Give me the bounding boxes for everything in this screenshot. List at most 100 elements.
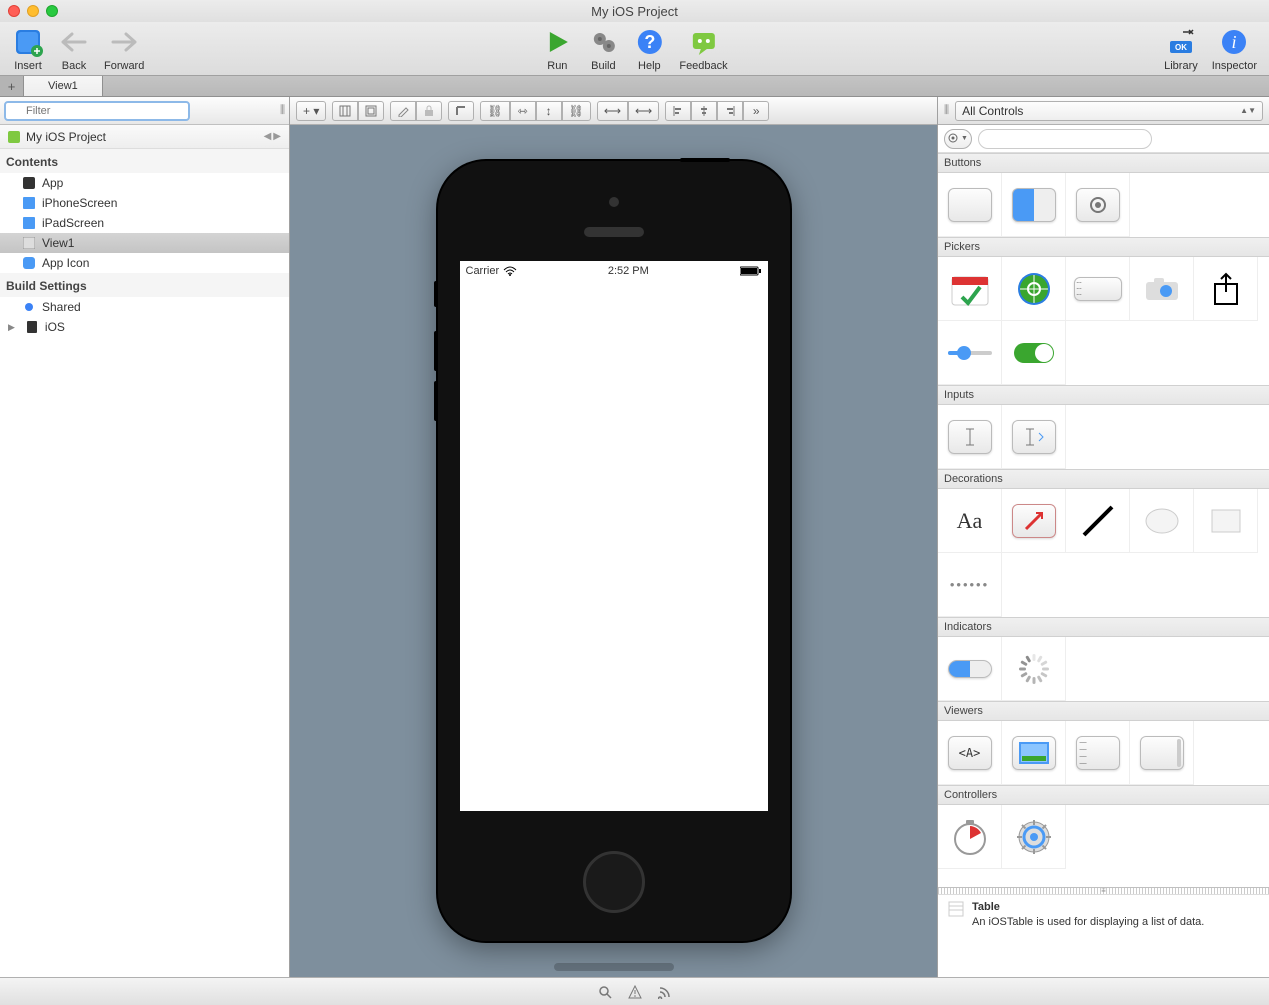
- disclosure-icon[interactable]: ▶: [8, 322, 15, 333]
- tree-item-ios[interactable]: ▶ iOS: [0, 317, 289, 337]
- library-item-text-field[interactable]: [938, 405, 1002, 469]
- layout-grid-button[interactable]: [332, 101, 358, 121]
- tab-view1[interactable]: View1: [24, 76, 103, 96]
- add-control-button[interactable]: + ▾: [296, 101, 326, 121]
- warning-icon[interactable]: [628, 985, 642, 999]
- library-item-segmented-button[interactable]: [1002, 173, 1066, 237]
- library-section-header: Indicators: [938, 617, 1269, 637]
- svg-text:OK: OK: [1175, 43, 1187, 52]
- library-settings-button[interactable]: ▼: [944, 129, 972, 149]
- align-center-button[interactable]: [691, 101, 717, 121]
- library-item-separator[interactable]: ••••••: [938, 553, 1002, 617]
- library-item-image-viewer[interactable]: [1002, 721, 1066, 785]
- contents-header: Contents: [0, 149, 289, 173]
- forward-button[interactable]: Forward: [104, 26, 144, 72]
- tree-item-ipadscreen[interactable]: iPadScreen: [0, 213, 289, 233]
- library-section-header: Controllers: [938, 785, 1269, 805]
- library-item-thread[interactable]: [1002, 805, 1066, 869]
- columns-icon[interactable]: ⫼: [280, 104, 285, 117]
- app-icon: [22, 176, 36, 190]
- library-item-oval[interactable]: [1130, 489, 1194, 553]
- library-section-header: Decorations: [938, 469, 1269, 489]
- library-item-image-well[interactable]: [1002, 489, 1066, 553]
- constraint-v[interactable]: ↕: [536, 101, 562, 121]
- screen-icon: [22, 216, 36, 230]
- library-item-label[interactable]: Aa: [938, 489, 1002, 553]
- device-frame: Carrier 2:52 PM: [438, 161, 790, 941]
- description-pane: Table An iOSTable is used for displaying…: [938, 887, 1269, 977]
- navigator-filter-input[interactable]: [4, 101, 190, 121]
- fitw-button[interactable]: ⟷: [597, 101, 628, 121]
- library-item-spinner[interactable]: [1002, 637, 1066, 701]
- library-item-rectangle[interactable]: [1194, 489, 1258, 553]
- main-toolbar: Insert Back Forward Run Build ? Help Fee…: [0, 22, 1269, 76]
- run-button[interactable]: Run: [541, 26, 573, 72]
- library-item-search-field[interactable]: [1002, 405, 1066, 469]
- library-item-scroll-picker[interactable]: ---------: [1066, 257, 1130, 321]
- columns-icon[interactable]: ⫼: [944, 104, 949, 117]
- nav-forward[interactable]: ▶: [273, 131, 281, 142]
- align-right-button[interactable]: [717, 101, 743, 121]
- status-bar-bottom: [0, 977, 1269, 1005]
- library-item-progress-bar[interactable]: [938, 637, 1002, 701]
- library-item-camera-picker[interactable]: [1130, 257, 1194, 321]
- canvas-pane: + ▾ ⛓ ⇿ ↕ ⛓ ⟷ ⟷: [290, 97, 937, 977]
- library-item-location-picker[interactable]: [1002, 257, 1066, 321]
- library-item-date-picker[interactable]: [938, 257, 1002, 321]
- library-item-slider[interactable]: [938, 321, 1002, 385]
- library-item-scroll-view[interactable]: [1130, 721, 1194, 785]
- device-screen[interactable]: Carrier 2:52 PM: [460, 261, 768, 811]
- library-item-settings-button[interactable]: [1066, 173, 1130, 237]
- library-section-header: Inputs: [938, 385, 1269, 405]
- resize-grip[interactable]: [938, 888, 1269, 895]
- tree-item-view1[interactable]: View1: [0, 233, 289, 253]
- group-button[interactable]: ⛓: [480, 101, 509, 121]
- project-header[interactable]: My iOS Project ◀ ▶: [0, 125, 289, 149]
- library-section-header: Buttons: [938, 153, 1269, 173]
- search-icon[interactable]: [598, 985, 612, 999]
- edit-button[interactable]: [390, 101, 416, 121]
- back-button[interactable]: Back: [58, 26, 90, 72]
- ungroup-button[interactable]: ⛓: [562, 101, 591, 121]
- svg-text:i: i: [1232, 32, 1237, 52]
- tree-item-iphonescreen[interactable]: iPhoneScreen: [0, 193, 289, 213]
- library-search-input[interactable]: [978, 129, 1152, 149]
- insert-button[interactable]: Insert: [12, 26, 44, 72]
- layout-auto-button[interactable]: [358, 101, 384, 121]
- build-button[interactable]: Build: [587, 26, 619, 72]
- status-bar: Carrier 2:52 PM: [460, 261, 768, 281]
- library-item-line[interactable]: [1066, 489, 1130, 553]
- rss-icon[interactable]: [658, 985, 672, 999]
- tree-item-app[interactable]: App: [0, 173, 289, 193]
- library-filter-select[interactable]: All Controls ▲▼: [955, 101, 1263, 121]
- lock-button[interactable]: [416, 101, 442, 121]
- corner-button[interactable]: [448, 101, 474, 121]
- canvas-toolbar: + ▾ ⛓ ⇿ ↕ ⛓ ⟷ ⟷: [290, 97, 937, 125]
- library-item-button[interactable]: [938, 173, 1002, 237]
- library-pane: ⫼ All Controls ▲▼ ▼ ButtonsPickers------…: [937, 97, 1269, 977]
- inspector-button[interactable]: i Inspector: [1212, 26, 1257, 72]
- library-item-html-viewer[interactable]: <A>: [938, 721, 1002, 785]
- table-icon: [948, 901, 964, 917]
- align-left-button[interactable]: [665, 101, 691, 121]
- more-align-button[interactable]: »: [743, 101, 769, 121]
- canvas-scrollbar[interactable]: [554, 963, 674, 971]
- constraint-h[interactable]: ⇿: [510, 101, 536, 121]
- appicon-icon: [22, 256, 36, 270]
- feedback-button[interactable]: Feedback: [679, 26, 727, 72]
- library-item-share-picker[interactable]: [1194, 257, 1258, 321]
- nav-back[interactable]: ◀: [264, 131, 272, 142]
- library-item-switch[interactable]: [1002, 321, 1066, 385]
- library-item-table[interactable]: ────────: [1066, 721, 1130, 785]
- description-body: An iOSTable is used for displaying a lis…: [972, 916, 1204, 928]
- fith-button[interactable]: ⟷: [628, 101, 659, 121]
- tree-item-appicon[interactable]: App Icon: [0, 253, 289, 273]
- shared-icon: [22, 300, 36, 314]
- help-button[interactable]: ? Help: [633, 26, 665, 72]
- tree-item-shared[interactable]: Shared: [0, 297, 289, 317]
- library-button[interactable]: OK Library: [1164, 26, 1198, 72]
- build-settings-header: Build Settings: [0, 273, 289, 297]
- library-item-timer[interactable]: [938, 805, 1002, 869]
- wifi-icon: [503, 266, 517, 276]
- add-tab-button[interactable]: +: [0, 76, 24, 96]
